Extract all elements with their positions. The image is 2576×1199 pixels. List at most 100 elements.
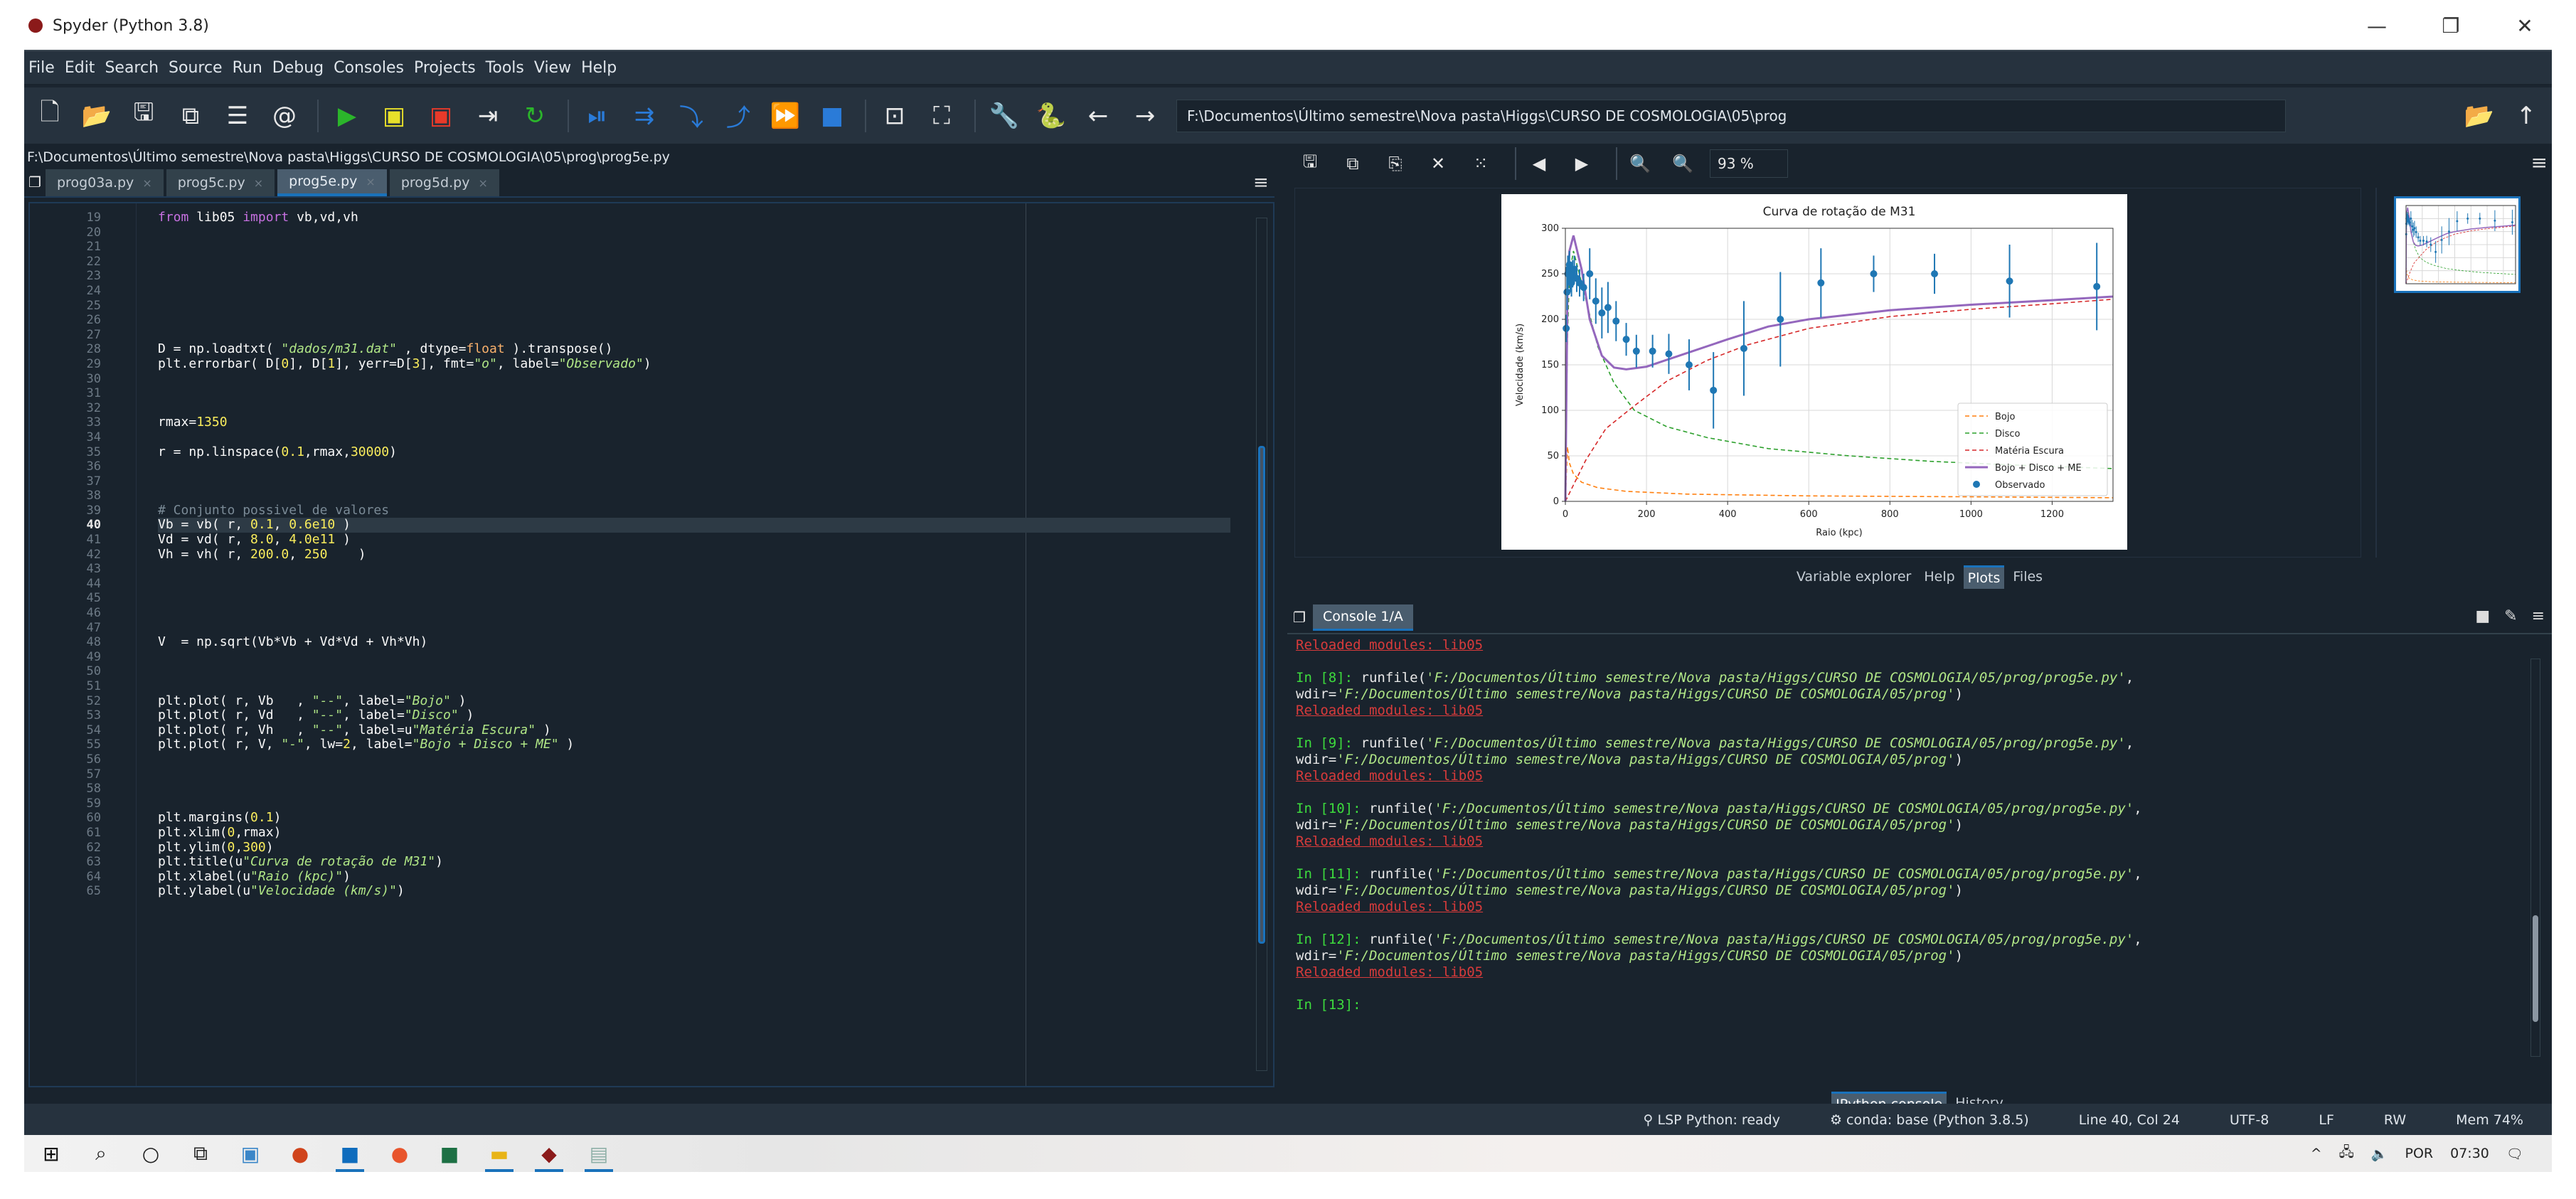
console-scrollbar-thumb[interactable] [2533, 915, 2538, 1022]
code-line[interactable]: 21 [87, 240, 1230, 255]
debug-step-into-button[interactable]: ⤵ [670, 95, 713, 137]
task-view-taskbar-button[interactable]: ⧉ [181, 1138, 220, 1169]
python-path-button[interactable]: 🐍 [1030, 95, 1073, 137]
zoom-out-button[interactable]: 🔍 [1624, 148, 1656, 179]
parent-directory-button[interactable]: ↑ [2505, 95, 2548, 137]
code-line[interactable]: 22 [87, 255, 1230, 270]
network-icon[interactable]: 🖧 [2339, 1142, 2354, 1165]
rerun-button[interactable]: ↻ [513, 95, 556, 137]
save-button[interactable]: 🖫 [122, 95, 165, 137]
file-explorer-taskbar-button[interactable]: ▬ [479, 1138, 519, 1172]
code-line[interactable]: 46 [87, 606, 1230, 621]
code-line[interactable]: 42 Vh = vh( r, 200.0, 250 ) [87, 547, 1230, 563]
code-line[interactable]: 31 [87, 386, 1230, 401]
remove-all-plots-button[interactable]: ⁙ [1465, 148, 1496, 179]
save-all-plots-button[interactable]: ⧉ [1337, 148, 1368, 179]
code-line[interactable]: 30 [87, 372, 1230, 387]
console-scrollbar[interactable] [2530, 659, 2540, 1057]
debug-button[interactable]: ⏯ [576, 95, 619, 137]
code-line[interactable]: 58 [87, 782, 1230, 796]
code-line[interactable]: 49 [87, 650, 1230, 665]
code-line[interactable]: 43 [87, 562, 1230, 577]
show-hidden-icons-icon[interactable]: ^ [2311, 1146, 2322, 1161]
menu-help[interactable]: Help [581, 59, 617, 77]
code-line[interactable]: 56 [87, 752, 1230, 767]
plots-options-menu-icon[interactable]: ≡ [2531, 151, 2548, 174]
code-line[interactable]: 62 plt.ylim(0,300) [87, 840, 1230, 856]
save-all-button[interactable]: ⧉ [169, 95, 212, 137]
plot-zoom-input[interactable]: 93 % [1710, 149, 1788, 178]
code-line[interactable]: 36 [87, 459, 1230, 474]
run-button[interactable]: ▶ [326, 95, 368, 137]
code-line[interactable]: 39 # Conjunto possivel de valores [87, 503, 1230, 518]
code-lines[interactable]: 19 from lib05 import vb,vd,vh 20 21 22 23 24 25… [87, 210, 1230, 899]
debug-step-button[interactable]: ⇉ [623, 95, 666, 137]
code-line[interactable]: 33 rmax=1350 [87, 415, 1230, 430]
clock[interactable]: 07:30 [2450, 1146, 2489, 1161]
editor-scrollbar[interactable] [1256, 218, 1267, 1071]
code-line[interactable]: 41 Vd = vd( r, 8.0, 4.0e11 ) [87, 532, 1230, 548]
remove-plot-button[interactable]: ✕ [1422, 148, 1454, 179]
run-cell-advance-button[interactable]: ▣ [420, 95, 462, 137]
code-line[interactable]: 38 [87, 489, 1230, 503]
run-cell-button[interactable]: ▣ [373, 95, 415, 137]
open-file-button[interactable]: 📂 [75, 95, 118, 137]
previous-plot-button[interactable]: ◀ [1523, 148, 1555, 179]
editor-options-menu-icon[interactable]: ≡ [1253, 172, 1274, 193]
menu-tools[interactable]: Tools [486, 59, 524, 77]
tab-help[interactable]: Help [1920, 566, 1959, 587]
debug-step-return-button[interactable]: ⤴ [717, 95, 760, 137]
editor-tab-prog5e[interactable]: prog5e.py × [277, 169, 387, 196]
firefox-taskbar-button[interactable]: ● [380, 1138, 420, 1169]
windows-start-taskbar-button[interactable]: ⊞ [31, 1138, 71, 1169]
photos-app-taskbar-button[interactable]: ▣ [230, 1138, 270, 1169]
console-browse-icon[interactable]: ❐ [1293, 609, 1306, 626]
notepad-taskbar-button[interactable]: ▤ [579, 1138, 619, 1172]
code-line[interactable]: 48 V = np.sqrt(Vb*Vb + Vd*Vd + Vh*Vh) [87, 634, 1230, 650]
menu-debug[interactable]: Debug [272, 59, 324, 77]
figure-viewer[interactable]: 0 200 400 600 800 1000 1200 0 50 100 150 200 250 300 C… [1294, 188, 2361, 558]
code-line[interactable]: 28 D = np.loadtxt( "dados/m31.dat" , dtyp… [87, 342, 1230, 357]
tab-plots[interactable]: Plots [1963, 565, 2005, 589]
browse-directory-button[interactable]: 📂 [2458, 95, 2501, 137]
run-selection-button[interactable]: ⇥ [467, 95, 509, 137]
code-line[interactable]: 53 plt.plot( r, Vd , "--", label="Disco" … [87, 708, 1230, 723]
plot-thumbnail[interactable] [2394, 196, 2521, 293]
code-line[interactable]: 47 [87, 621, 1230, 636]
search-taskbar-button[interactable]: ⌕ [81, 1138, 121, 1169]
code-line[interactable]: 52 plt.plot( r, Vb , "--", label="Bojo" ) [87, 693, 1230, 709]
code-line[interactable]: 65 plt.ylabel(u"Velocidade (km/s)") [87, 884, 1230, 899]
tab-files[interactable]: Files [2008, 566, 2047, 587]
maximize-button[interactable]: ❐ [2428, 10, 2474, 41]
editor-scrollbar-thumb[interactable] [1258, 446, 1265, 944]
input-language[interactable]: POR [2405, 1146, 2433, 1161]
code-line[interactable]: 61 plt.xlim(0,rmax) [87, 825, 1230, 841]
menu-edit[interactable]: Edit [65, 59, 95, 77]
working-directory-input[interactable]: F:\Documentos\Último semestre\Nova pasta… [1176, 99, 2286, 132]
forward-button[interactable]: → [1124, 95, 1166, 137]
editor-tab-prog03a[interactable]: prog03a.py × [46, 169, 164, 196]
menu-search[interactable]: Search [105, 59, 159, 77]
code-line[interactable]: 60 plt.margins(0.1) [87, 811, 1230, 826]
new-file-button[interactable]: 🗋 [28, 95, 71, 137]
menu-projects[interactable]: Projects [414, 59, 476, 77]
code-line[interactable]: 63 plt.title(u"Curva de rotação de M31") [87, 854, 1230, 870]
code-line[interactable]: 55 plt.plot( r, V, "-", lw=2, label="Bojo… [87, 737, 1230, 752]
code-line[interactable]: 40 Vb = vb( r, 0.1, 0.6e10 ) [87, 518, 1230, 533]
menu-run[interactable]: Run [233, 59, 262, 77]
console-output[interactable]: Reloaded modules: lib05 In [8]: runfile(… [1296, 637, 2516, 1082]
copy-plot-button[interactable]: ⎘ [1380, 148, 1411, 179]
browse-tabs-icon[interactable]: ❐ [24, 168, 46, 196]
code-line[interactable]: 54 plt.plot( r, Vh , "--", label=u"Matéri… [87, 723, 1230, 738]
back-button[interactable]: ← [1077, 95, 1119, 137]
close-tab-icon[interactable]: × [366, 175, 375, 188]
save-plot-button[interactable]: 🖫 [1294, 148, 1326, 179]
clear-console-icon[interactable]: ✎ [2504, 607, 2517, 625]
zoom-in-button[interactable]: 🔍 [1667, 148, 1698, 179]
code-line[interactable]: 37 [87, 474, 1230, 489]
excel-taskbar-button[interactable]: ■ [430, 1138, 469, 1169]
cortana-taskbar-button[interactable]: ○ [131, 1138, 171, 1169]
code-line[interactable]: 27 [87, 328, 1230, 343]
powerpoint-taskbar-button[interactable]: ● [280, 1138, 320, 1169]
code-line[interactable]: 44 [87, 577, 1230, 592]
